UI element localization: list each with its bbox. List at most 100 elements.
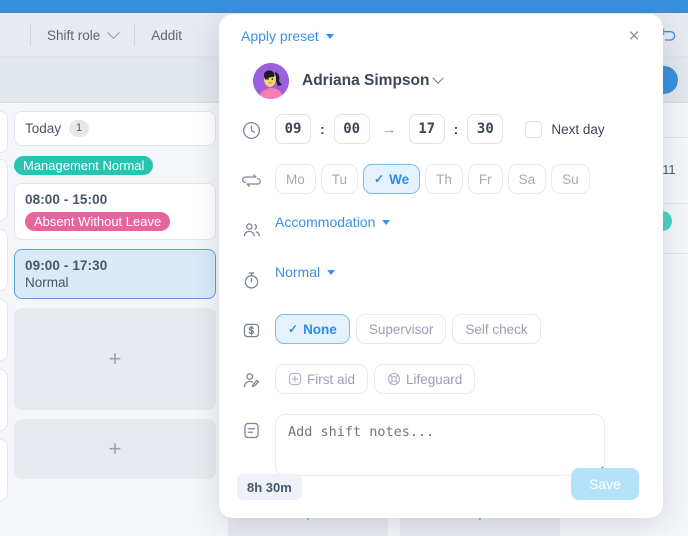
department-value: Accommodation — [275, 214, 376, 230]
add-shift-slot[interactable]: + — [14, 308, 216, 410]
left-stub-2 — [0, 159, 8, 221]
apply-preset-dropdown[interactable]: Apply preset — [241, 28, 334, 44]
plus-icon-2: + — [108, 436, 122, 461]
weekday-pill-we[interactable]: ✓ We — [363, 164, 421, 194]
weekday-label: Su — [562, 171, 579, 187]
shift-type-dropdown[interactable]: Normal — [275, 264, 336, 280]
assignee-row: Adriana Simpson — [219, 60, 663, 102]
left-stub-3 — [0, 229, 8, 291]
approval-row: ✓ None Supervisor Self check — [219, 314, 663, 352]
assignee-dropdown[interactable]: Adriana Simpson — [302, 72, 445, 90]
chevron-down-icon — [107, 25, 121, 39]
shift-time-selected: 09:00 - 17:30 — [25, 258, 108, 273]
shift-editor-dialog: Apply preset × Adriana Simpson 09: 00 →… — [219, 14, 663, 518]
skills-row: First aid Lifeguard — [219, 364, 663, 402]
next-day-label: Next day — [551, 121, 605, 137]
shift-type-selected: Normal — [25, 275, 69, 290]
approval-label: Supervisor — [368, 321, 434, 337]
weekday-label: Tu — [331, 171, 348, 187]
shift-type-row: Normal — [219, 264, 663, 302]
weekday-label: Fr — [478, 171, 492, 187]
time-separator-end: : — [453, 121, 459, 137]
end-minute-input[interactable]: 30 — [467, 114, 504, 144]
weekday-pill-su[interactable]: Su — [551, 164, 590, 194]
shift-type-value: Normal — [275, 264, 321, 280]
caret-down-icon-department — [382, 219, 391, 225]
toolbar-divider — [30, 24, 31, 46]
repeat-icon — [241, 164, 275, 191]
management-tag-wrap: Management Normal — [14, 151, 216, 175]
status-badge-management: Management Normal — [14, 156, 154, 175]
weekday-pill-mo[interactable]: Mo — [275, 164, 316, 194]
lifebuoy-icon — [387, 372, 401, 386]
start-minute-input[interactable]: 00 — [333, 114, 370, 144]
today-label: Today — [25, 121, 62, 136]
weekday-label: We — [389, 171, 410, 187]
next-day-toggle[interactable]: Next day — [525, 120, 605, 138]
day-column: Today 1 Management Normal 08:00 - 15:00 … — [14, 111, 216, 488]
clock-icon — [241, 114, 275, 141]
additional-label: Addit — [151, 27, 183, 43]
today-count-badge: 1 — [69, 120, 90, 137]
person-edit-icon — [241, 364, 275, 391]
chevron-down-icon-assignee — [432, 72, 445, 84]
next-day-checkbox[interactable] — [525, 120, 543, 138]
weekday-label: Th — [436, 171, 452, 187]
stopwatch-icon — [241, 264, 275, 291]
skill-option-lifeguard[interactable]: Lifeguard — [374, 364, 476, 394]
approval-option-supervisor[interactable]: Supervisor — [355, 314, 447, 344]
duration-badge: 8h 30m — [237, 474, 302, 500]
today-header-card[interactable]: Today 1 — [14, 111, 216, 146]
arrow-right-icon: → — [381, 120, 397, 138]
shift-role-filter[interactable]: Shift role — [47, 25, 121, 43]
time-separator-start: : — [320, 121, 325, 137]
dialog-header: Apply preset × — [219, 14, 663, 60]
weekday-picker: Mo Tu ✓ We Th Fr Sa Su — [275, 164, 663, 194]
approval-options: ✓ None Supervisor Self check — [275, 314, 663, 344]
weekday-pill-sa[interactable]: Sa — [507, 164, 547, 194]
approval-label: None — [303, 321, 337, 337]
plus-icon: + — [108, 346, 122, 371]
close-icon[interactable]: × — [623, 26, 645, 48]
toolbar-divider-2 — [134, 24, 136, 46]
skill-options: First aid Lifeguard — [275, 364, 663, 394]
weekday-label: Sa — [518, 171, 536, 187]
notes-icon — [241, 414, 275, 441]
department-row: Accommodation — [219, 214, 663, 252]
end-hour-input[interactable]: 17 — [408, 114, 445, 144]
screen: Shift role Addit Today 1 Management Norm… — [0, 0, 688, 536]
skill-option-first-aid[interactable]: First aid — [275, 364, 369, 394]
weekday-pill-tu[interactable]: Tu — [320, 164, 359, 194]
skill-label: Lifeguard — [406, 371, 463, 387]
assignee-name: Adriana Simpson — [302, 72, 430, 89]
department-dropdown[interactable]: Accommodation — [275, 214, 391, 230]
weekday-label: Mo — [286, 171, 305, 187]
additional-filter[interactable]: Addit — [151, 28, 182, 43]
left-stub-1 — [0, 111, 8, 153]
weekday-pill-th[interactable]: Th — [425, 164, 463, 194]
apply-preset-label: Apply preset — [241, 28, 319, 44]
caret-down-icon — [325, 33, 334, 39]
top-blue-bar — [0, 0, 688, 13]
left-stub-6 — [0, 439, 8, 501]
shift-role-label: Shift role — [47, 27, 101, 43]
check-icon: ✓ — [374, 172, 385, 186]
dialog-footer: 8h 30m Save — [219, 466, 663, 518]
approval-option-self-check[interactable]: Self check — [452, 314, 541, 344]
caret-down-icon-shift-type — [327, 269, 336, 275]
shift-card-selected[interactable]: 09:00 - 17:30 Normal — [14, 249, 216, 299]
avatar — [253, 63, 289, 99]
save-button[interactable]: Save — [571, 468, 639, 500]
time-row: 09 : 00 → 17 : 30 Next day — [219, 114, 663, 152]
add-shift-slot-2[interactable]: + — [14, 419, 216, 479]
skill-label: First aid — [307, 371, 356, 387]
check-icon: ✓ — [288, 322, 299, 336]
approval-option-none[interactable]: ✓ None — [275, 314, 350, 344]
weekday-pill-fr[interactable]: Fr — [467, 164, 503, 194]
shift-time: 08:00 - 15:00 — [25, 192, 108, 207]
shift-card-absent[interactable]: 08:00 - 15:00 Absent Without Leave — [14, 183, 216, 240]
repeat-row: Mo Tu ✓ We Th Fr Sa Su — [219, 164, 663, 202]
left-stub-4 — [0, 299, 8, 361]
people-icon — [241, 214, 275, 241]
start-hour-input[interactable]: 09 — [275, 114, 311, 144]
